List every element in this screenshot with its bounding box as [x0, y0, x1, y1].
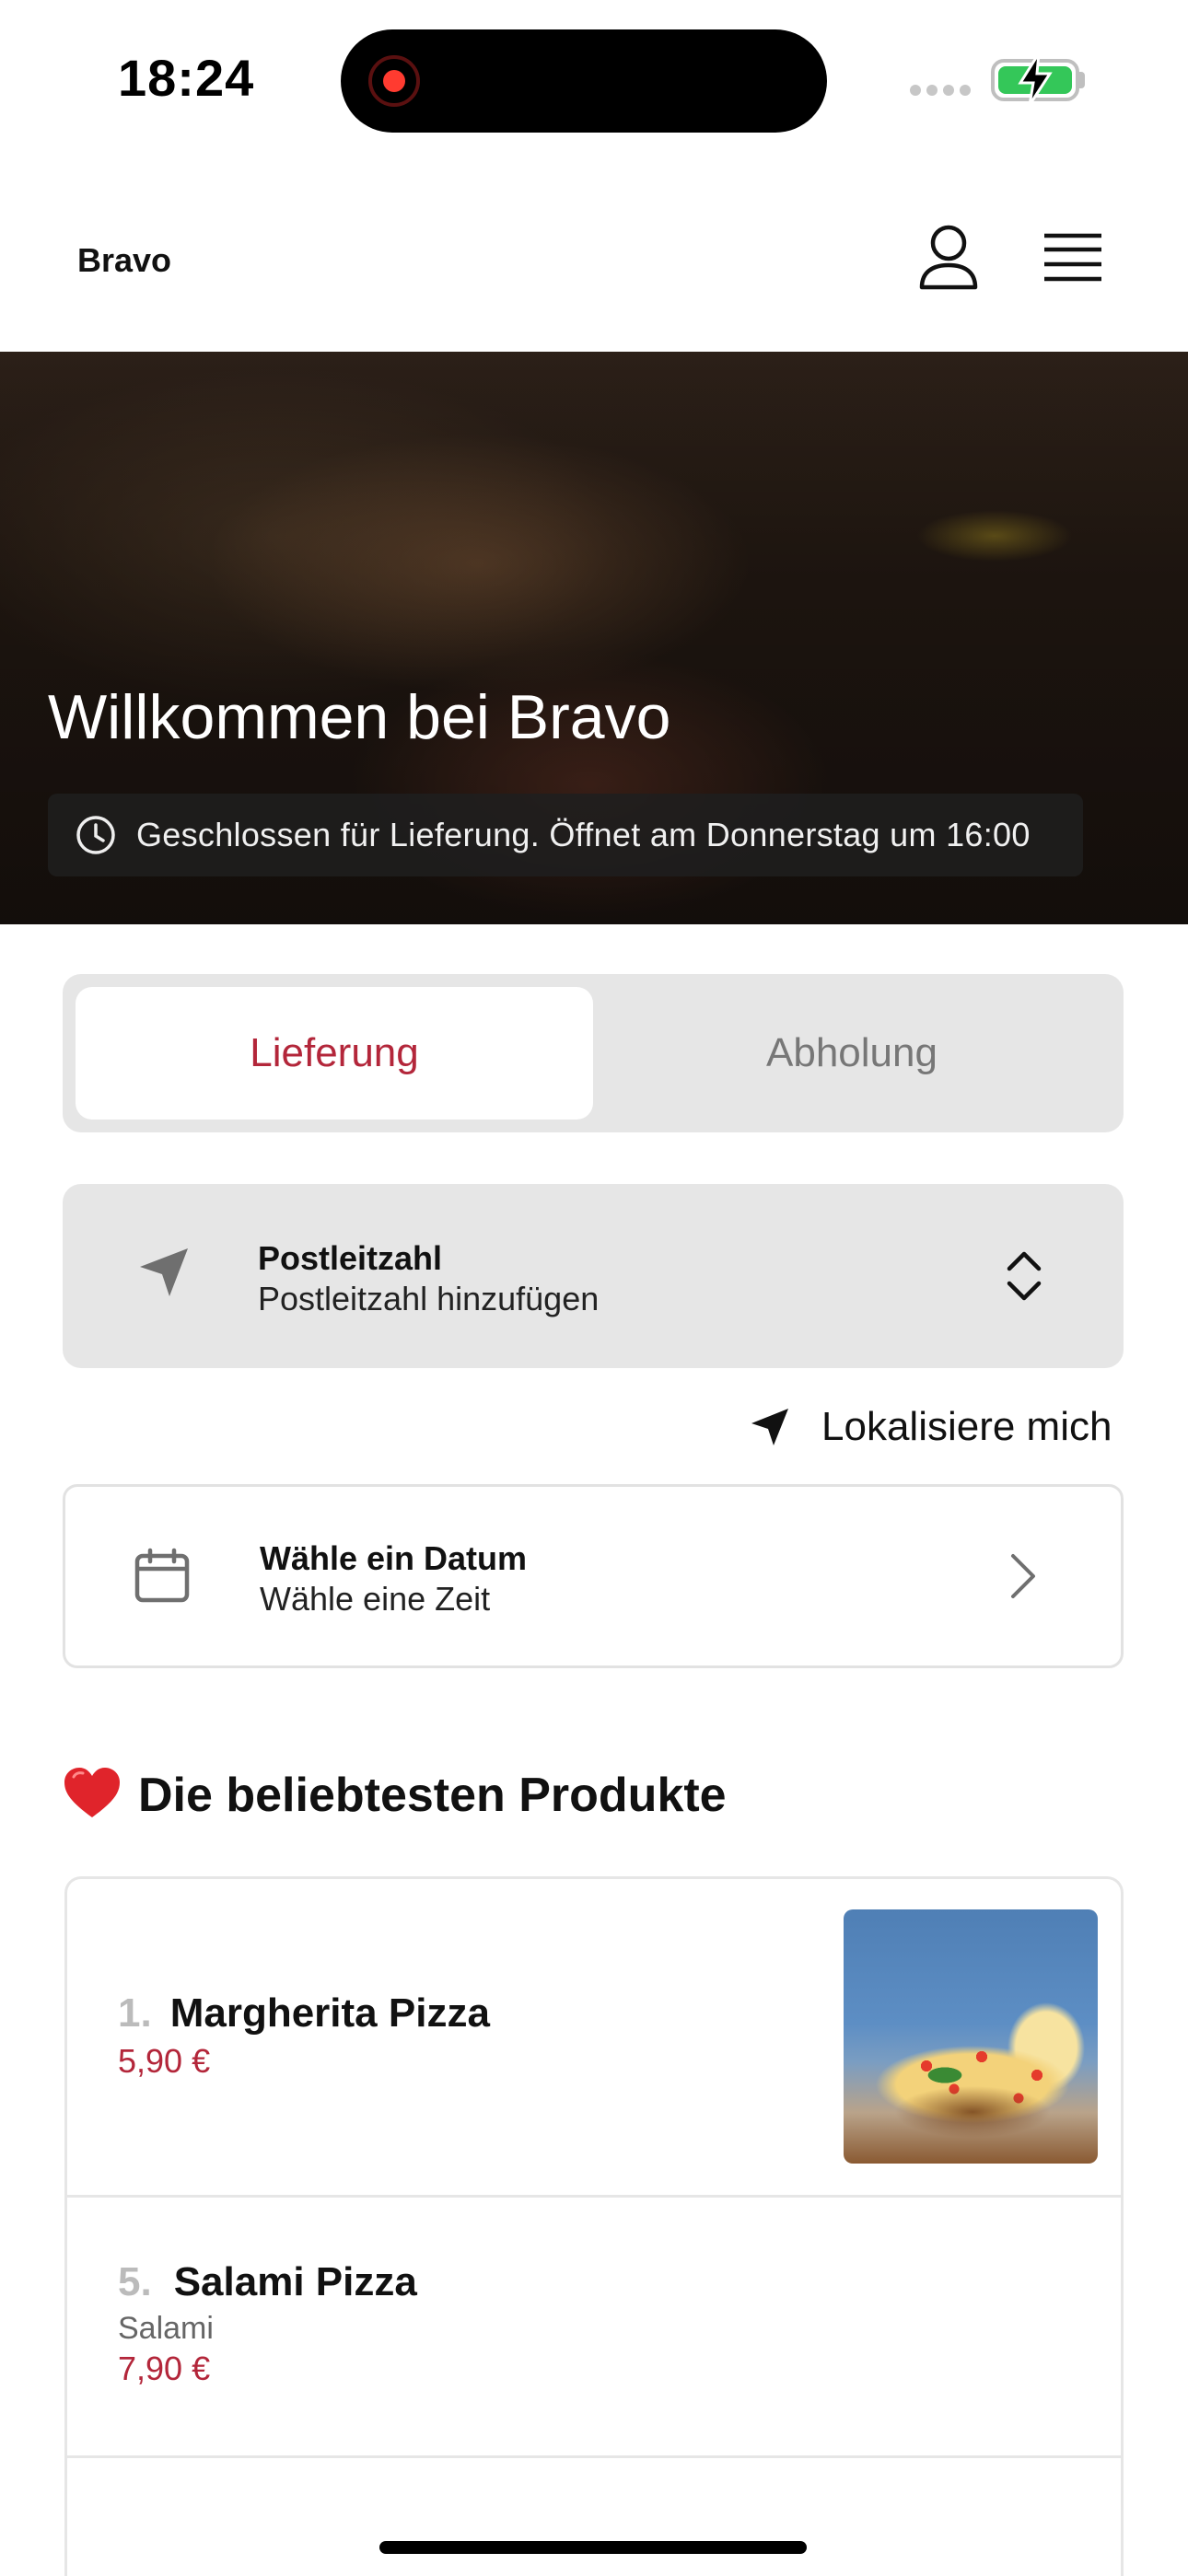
recording-indicator-icon [368, 55, 420, 107]
hero-title: Willkommen bei Bravo [48, 682, 671, 752]
product-name: Margherita Pizza [169, 1990, 490, 2036]
product-price: 5,90 € [118, 2042, 211, 2080]
calendar-icon [134, 1548, 190, 1603]
product-name: Salami Pizza [173, 2259, 417, 2304]
product-rank: 1. [118, 1990, 152, 2036]
divider [64, 2455, 1124, 2458]
postcode-selector[interactable] [63, 1184, 1124, 1368]
product-price: 7,90 € [118, 2350, 211, 2387]
chevron-up-down-icon [1007, 1251, 1042, 1301]
product-image [844, 1909, 1098, 2164]
heart-icon [64, 1768, 120, 1817]
time-label: Wähle eine Zeit [260, 1580, 491, 1618]
home-indicator [379, 2541, 807, 2554]
clock-icon [76, 816, 115, 854]
locate-me-button[interactable]: Lokalisiere mich [748, 1399, 1112, 1455]
closed-notice: Geschlossen für Lieferung. Öffnet am Don… [48, 794, 1083, 876]
chevron-right-icon [1011, 1554, 1035, 1598]
navigation-arrow-icon [751, 1409, 788, 1445]
postcode-placeholder: Postleitzahl hinzufügen [258, 1280, 600, 1317]
location-arrow-icon [140, 1248, 188, 1296]
date-time-selector[interactable] [63, 1484, 1124, 1668]
list-item[interactable] [64, 2198, 1124, 2455]
user-icon[interactable] [917, 225, 980, 291]
popular-products-title: Die beliebtesten Produkte [138, 1769, 727, 1822]
postcode-label: Postleitzahl [258, 1239, 443, 1277]
charging-bolt-icon [1018, 52, 1053, 106]
closed-notice-text: Geschlossen für Lieferung. Öffnet am Don… [136, 816, 1031, 853]
menu-icon[interactable] [1042, 230, 1103, 285]
tab-pickup[interactable]: Abholung [593, 987, 1111, 1120]
brand-name[interactable]: Bravo [77, 241, 171, 280]
date-label: Wähle ein Datum [260, 1539, 528, 1577]
product-description: Salami [118, 2311, 214, 2346]
product-rank: 5. [118, 2259, 152, 2304]
locate-me-label: Lokalisiere mich [821, 1404, 1112, 1449]
signal-icon [910, 85, 973, 98]
status-time: 18:24 [118, 49, 255, 107]
tab-delivery[interactable]: Lieferung [76, 987, 593, 1120]
